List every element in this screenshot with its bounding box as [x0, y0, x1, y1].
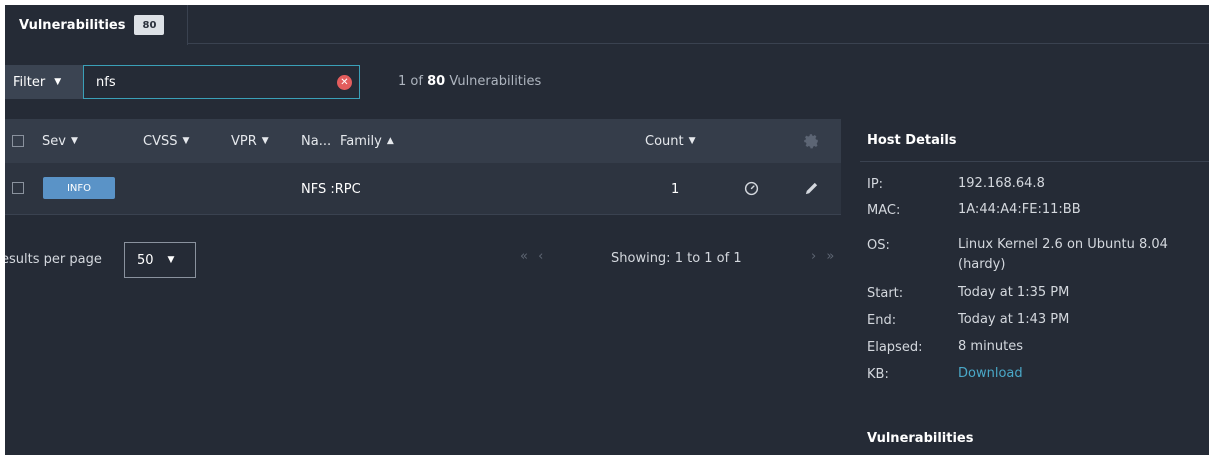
os-label: OS: — [867, 238, 890, 253]
column-label-family: Family — [340, 133, 382, 149]
column-header-cvss[interactable]: CVSS ▼ — [143, 119, 189, 163]
search-input[interactable] — [84, 66, 324, 98]
sort-down-icon: ▼ — [182, 136, 190, 146]
search-box: ✕ — [83, 65, 360, 99]
column-label-name: Na... — [301, 133, 332, 149]
column-header-name[interactable]: Na... — [301, 119, 331, 163]
cell-family: NFS :RPC — [301, 181, 361, 197]
start-label: Start: — [867, 286, 904, 301]
select-all-checkbox[interactable] — [12, 135, 24, 147]
column-label-cvss: CVSS — [143, 133, 178, 149]
filter-button-label: Filter — [13, 74, 46, 90]
column-header-count[interactable]: Count ▼ — [645, 119, 696, 163]
kb-download-link[interactable]: Download — [958, 364, 1208, 384]
sort-down-icon: ▼ — [688, 136, 696, 146]
gear-icon[interactable] — [802, 132, 820, 150]
pagination-showing: Showing: 1 to 1 of 1 — [611, 251, 742, 266]
column-header-vpr[interactable]: VPR ▼ — [231, 119, 269, 163]
results-per-page-value: 50 — [137, 252, 154, 268]
results-per-page-label: esults per page — [5, 252, 102, 267]
column-label-sev: Sev — [42, 133, 66, 149]
column-label-vpr: VPR — [231, 133, 257, 149]
caret-down-icon: ▼ — [54, 77, 62, 87]
table-header: Sev ▼ CVSS ▼ VPR ▼ Na... Family ▲ Count … — [5, 119, 841, 163]
host-details-title: Host Details — [867, 133, 957, 148]
tab-count-badge: 80 — [134, 15, 165, 35]
cell-count: 1 — [671, 181, 680, 197]
filter-dropdown-button[interactable]: Filter ▼ — [5, 65, 83, 99]
vulnerabilities-section-title: Vulnerabilities — [867, 431, 974, 446]
results-per-page-select[interactable]: 50 ▼ — [124, 242, 196, 278]
edit-pencil-icon[interactable] — [804, 181, 819, 196]
sort-down-icon: ▼ — [70, 136, 78, 146]
sort-down-icon: ▼ — [261, 136, 269, 146]
mac-value: 1A:44:A4:FE:11:BB — [958, 202, 1081, 217]
caret-down-icon: ▼ — [167, 255, 175, 265]
pagination-next-buttons[interactable]: › » — [811, 249, 837, 264]
sort-up-icon: ▲ — [386, 136, 394, 146]
severity-badge: INFO — [43, 177, 115, 199]
pagination-prev-buttons[interactable]: « ‹ — [520, 249, 546, 264]
host-details-divider — [860, 161, 1209, 162]
tab-vulnerabilities[interactable]: Vulnerabilities 80 — [5, 5, 188, 45]
column-header-family[interactable]: Family ▲ — [340, 119, 394, 163]
elapsed-value: 8 minutes — [958, 339, 1024, 354]
tab-bar: Vulnerabilities 80 — [5, 5, 1209, 45]
ip-value: 192.168.64.8 — [958, 176, 1045, 191]
column-header-sev[interactable]: Sev ▼ — [42, 119, 78, 163]
clear-search-icon[interactable]: ✕ — [337, 75, 352, 90]
start-value: Today at 1:35 PM — [958, 285, 1070, 300]
tab-label: Vulnerabilities — [19, 17, 126, 33]
row-checkbox[interactable] — [12, 182, 24, 194]
result-prefix: 1 of — [398, 74, 423, 89]
result-total: 80 — [427, 74, 446, 89]
table-row[interactable]: INFO NFS :RPC 1 — [5, 163, 841, 215]
result-count: 1 of 80 Vulnerabilities — [398, 74, 541, 89]
result-suffix: Vulnerabilities — [449, 74, 542, 89]
mac-label: MAC: — [867, 203, 901, 218]
os-value: Linux Kernel 2.6 on Ubuntu 8.04 (hardy) — [958, 237, 1168, 272]
app-window: Vulnerabilities 80 Filter ▼ ✕ 1 of 80 Vu… — [5, 5, 1209, 455]
end-value: Today at 1:43 PM — [958, 312, 1070, 327]
ip-label: IP: — [867, 177, 884, 192]
end-label: End: — [867, 313, 897, 328]
snooze-clock-icon[interactable] — [744, 181, 759, 196]
kb-label: KB: — [867, 367, 889, 382]
column-label-count: Count — [645, 133, 684, 149]
tab-bar-divider — [187, 43, 1209, 44]
elapsed-label: Elapsed: — [867, 340, 923, 355]
